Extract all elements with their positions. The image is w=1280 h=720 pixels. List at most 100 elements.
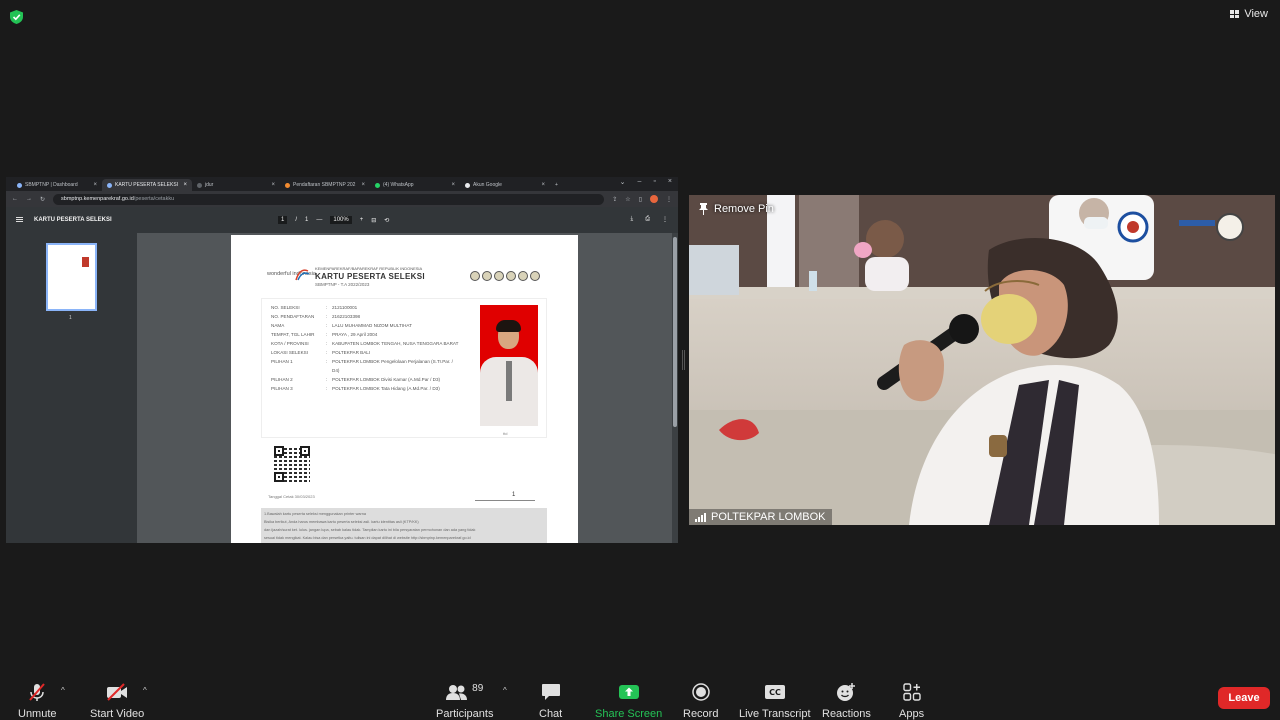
more-options-icon[interactable]: ⋮ xyxy=(666,196,672,203)
rotate-icon[interactable]: ⟲ xyxy=(384,217,389,224)
browser-tab[interactable]: jdur × xyxy=(192,179,280,191)
detail-row: KOTA / PROVINSI: KABUPATEN LOMBOK TENGAH,… xyxy=(271,341,459,346)
grid-view-icon xyxy=(1230,10,1240,18)
close-tab-icon[interactable]: × xyxy=(361,182,365,188)
microphone-muted-icon xyxy=(27,682,47,702)
photo-caption: ttd xyxy=(503,431,508,436)
detail-row: D4) xyxy=(332,368,340,373)
view-button[interactable]: View xyxy=(1230,8,1268,20)
new-tab-button[interactable]: + xyxy=(550,179,570,191)
emblem-icon xyxy=(470,271,480,281)
emblem-icon xyxy=(494,271,504,281)
emblem-icon xyxy=(506,271,516,281)
participants-icon: 89 xyxy=(446,682,483,702)
view-label: View xyxy=(1244,8,1268,20)
thumbnail-page-number: 1 xyxy=(69,315,72,321)
chat-button[interactable]: Chat xyxy=(539,682,562,720)
pdf-scrollbar[interactable] xyxy=(672,233,678,543)
shared-screen: SBMPTNP | Dashboard × KARTU PESERTA SELEK… xyxy=(6,177,678,543)
leave-button[interactable]: Leave xyxy=(1218,687,1270,709)
share-screen-icon xyxy=(618,682,640,702)
sidebar-icon[interactable]: ▯ xyxy=(639,196,642,203)
thumbnail-photo xyxy=(82,257,89,267)
audio-options-caret-icon[interactable]: ^ xyxy=(61,686,65,695)
participants-count: 89 xyxy=(472,682,484,694)
chat-bubble-icon xyxy=(541,682,561,702)
profile-avatar-icon[interactable] xyxy=(650,195,658,203)
minimize-icon[interactable]: – xyxy=(638,178,642,186)
remove-pin-button[interactable]: Remove Pin xyxy=(699,203,774,215)
fit-page-icon[interactable]: ⊟ xyxy=(371,217,376,224)
remove-pin-label: Remove Pin xyxy=(714,203,774,215)
download-icon[interactable]: ⤓ xyxy=(631,216,634,223)
zoom-out-icon[interactable]: — xyxy=(316,217,322,223)
back-icon[interactable]: ← xyxy=(12,196,18,202)
signature-mark: 1 xyxy=(512,492,516,498)
detail-row: PILIHAN 1: POLTEKPAR LOMBOK Pengelolaan P… xyxy=(271,359,453,364)
zoom-level[interactable]: 100% xyxy=(330,216,352,224)
close-tab-icon[interactable]: × xyxy=(93,182,97,188)
pdf-viewer: wonderful indonesia KEMENPAREKRAF/BAPARE… xyxy=(137,233,678,543)
tab-favicon-icon xyxy=(197,182,202,188)
browser-tab[interactable]: (4) WhatsApp × xyxy=(370,179,460,191)
card-year: SBMPTNP - T.A 2022/2023 xyxy=(315,282,370,287)
print-icon[interactable]: ⎙ xyxy=(645,216,650,223)
url-field[interactable]: sbmptnp.kemenparekraf.go.id/peserta/ceta… xyxy=(53,193,605,205)
detail-row: NO. SELEKSI:2121100001 xyxy=(271,305,358,310)
emblem-icon xyxy=(482,271,492,281)
menu-icon[interactable] xyxy=(16,217,23,222)
emblem-icon xyxy=(530,271,540,281)
close-tab-icon[interactable]: × xyxy=(451,182,455,188)
pdf-title: KARTU PESERTA SELEKSI xyxy=(34,217,112,223)
pin-icon xyxy=(699,203,708,215)
participants-options-caret-icon[interactable]: ^ xyxy=(503,686,507,695)
video-options-caret-icon[interactable]: ^ xyxy=(143,686,147,695)
qr-code xyxy=(274,446,310,482)
institution-emblems xyxy=(470,271,540,281)
zoom-in-icon[interactable]: + xyxy=(360,217,364,223)
browser-tab[interactable]: Pendaftaran SBMPTNP 202 × xyxy=(280,179,370,191)
reload-icon[interactable]: ↻ xyxy=(40,196,45,203)
detail-row: NAMA: LALU MUHAMMAD NIZOM MULTIHAT xyxy=(271,323,412,328)
participant-video[interactable]: Remove Pin POLTEKPAR LOMBOK xyxy=(689,195,1275,525)
address-bar-row: ← → ↻ sbmptnp.kemenparekraf.go.id/pesert… xyxy=(6,191,678,207)
share-icon[interactable]: ⇪ xyxy=(612,196,617,203)
participant-name-label: POLTEKPAR LOMBOK xyxy=(689,509,832,525)
signature-line xyxy=(475,500,535,501)
browser-tab[interactable]: SBMPTNP | Dashboard × xyxy=(12,179,102,191)
record-button[interactable]: Record xyxy=(683,682,718,720)
participants-button[interactable]: 89 Participants xyxy=(436,682,493,720)
share-screen-button[interactable]: Share Screen xyxy=(595,682,662,720)
maximize-icon[interactable]: ▫ xyxy=(653,178,655,186)
close-window-icon[interactable]: × xyxy=(668,178,672,186)
browser-tab-active[interactable]: KARTU PESERTA SELEKSI × xyxy=(102,179,192,191)
detail-row: PILIHAN 2: POLTEKPAR LOMBOK Divisi Kamar … xyxy=(271,377,441,382)
reactions-button[interactable]: Reactions xyxy=(822,682,871,720)
browser-tab-strip: SBMPTNP | Dashboard × KARTU PESERTA SELEK… xyxy=(6,177,678,191)
detail-row: TEMPAT, TGL LAHIR: PRAYA , 29 April 2004 xyxy=(271,332,378,337)
close-tab-icon[interactable]: × xyxy=(271,182,275,188)
unmute-button[interactable]: Unmute xyxy=(18,682,57,720)
card-title: KARTU PESERTA SELEKSI xyxy=(315,272,425,281)
page-number-input[interactable]: 1 xyxy=(278,216,288,224)
closed-caption-icon: CC xyxy=(764,682,785,702)
pdf-thumbnail-pane: 1 xyxy=(6,233,137,543)
close-tab-icon[interactable]: × xyxy=(183,182,187,188)
more-options-icon[interactable]: ⋮ xyxy=(662,216,668,223)
page-separator: / xyxy=(295,217,298,223)
live-transcript-button[interactable]: CC Live Transcript xyxy=(739,682,811,720)
page-thumbnail[interactable] xyxy=(46,243,97,311)
bookmark-star-icon[interactable]: ☆ xyxy=(625,196,630,203)
chevron-down-icon[interactable]: ⌄ xyxy=(620,178,626,186)
window-controls: ⌄ – ▫ × xyxy=(620,178,672,186)
security-shield-icon[interactable] xyxy=(10,10,23,24)
apps-button[interactable]: Apps xyxy=(899,682,924,720)
tab-favicon-icon xyxy=(375,182,380,188)
browser-tab[interactable]: Akun Google × xyxy=(460,179,550,191)
video-frame xyxy=(689,195,1275,525)
forward-icon[interactable]: → xyxy=(26,196,32,202)
wonderful-indonesia-logo-icon xyxy=(295,269,310,281)
split-view-divider[interactable] xyxy=(682,350,685,370)
start-video-button[interactable]: Start Video xyxy=(90,682,144,720)
close-tab-icon[interactable]: × xyxy=(541,182,545,188)
